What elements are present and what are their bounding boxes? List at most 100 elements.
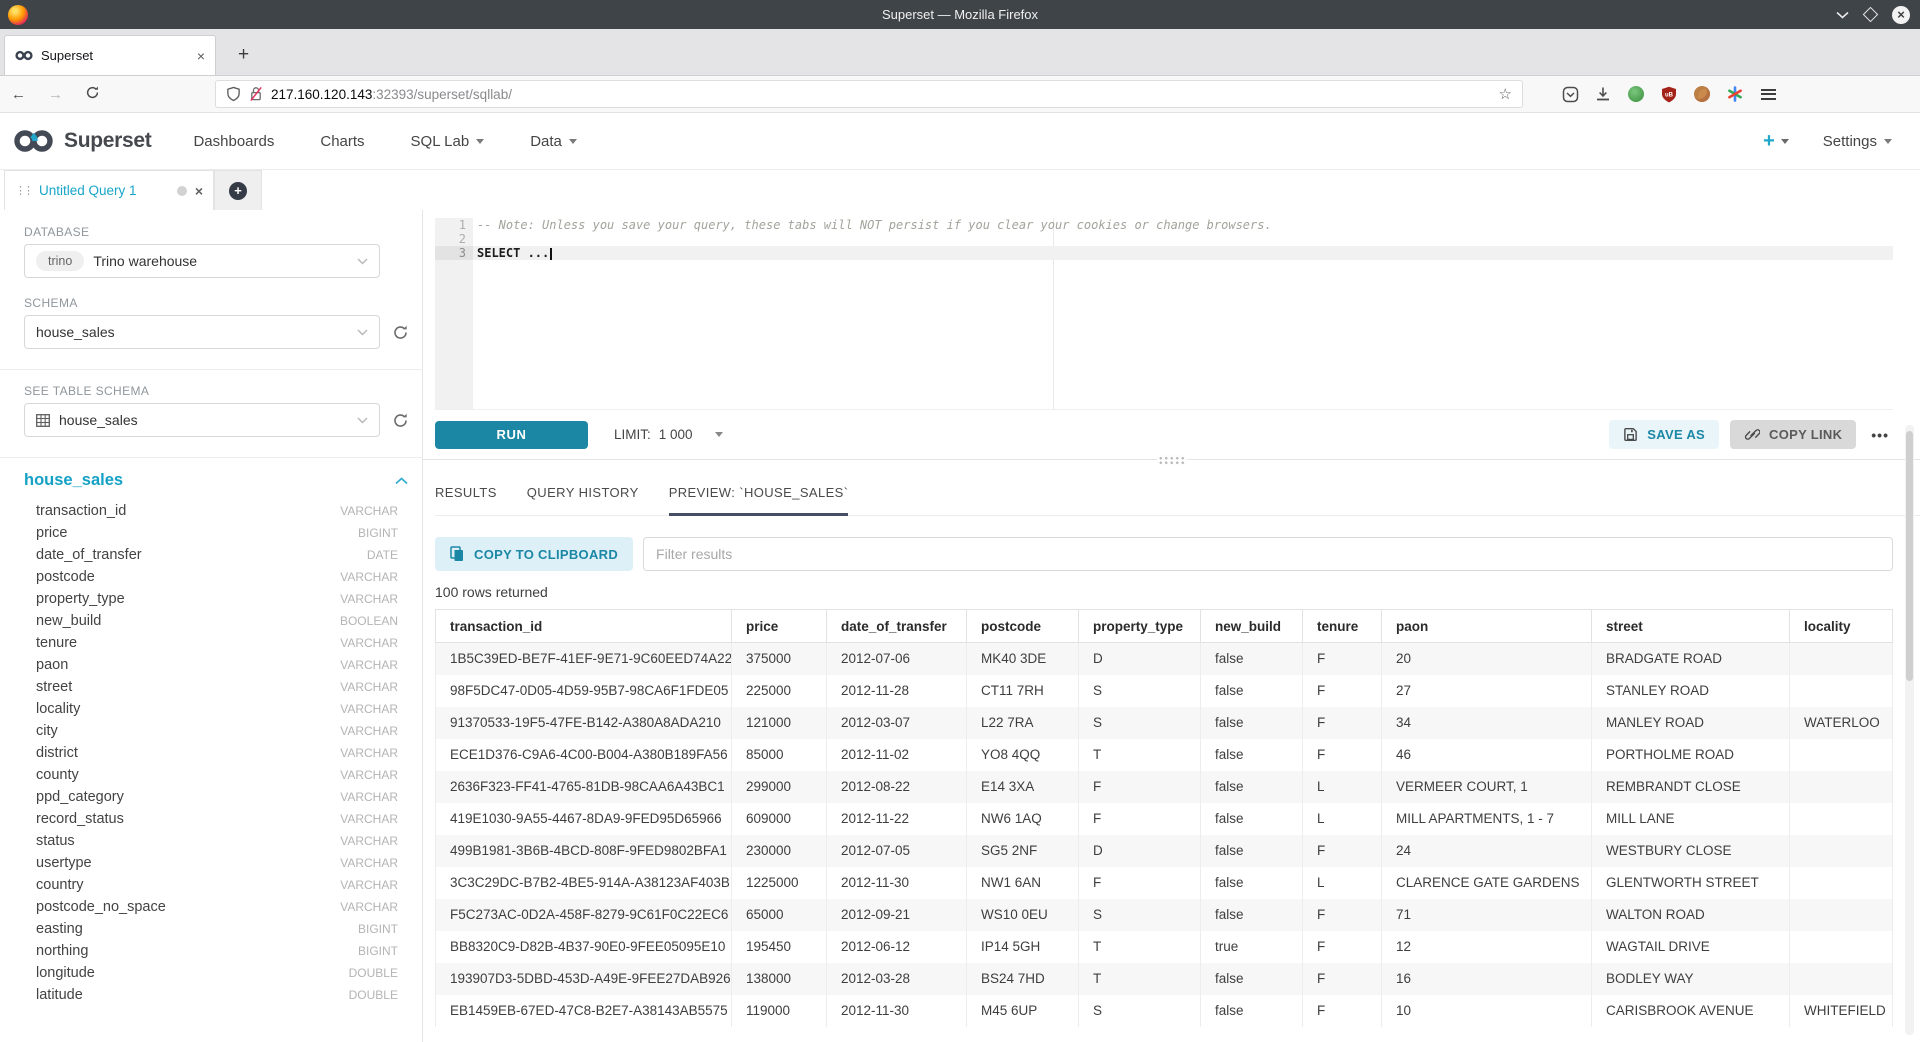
- forward-icon[interactable]: →: [37, 86, 74, 103]
- copy-icon: [450, 546, 464, 562]
- nav-item-sql-lab[interactable]: SQL Lab: [411, 133, 485, 150]
- filter-results-input[interactable]: [643, 537, 1893, 571]
- nav-item-data[interactable]: Data: [530, 133, 577, 150]
- column-name: postcode: [36, 569, 340, 585]
- shield-icon[interactable]: [226, 86, 241, 102]
- column-header[interactable]: property_type: [1079, 610, 1201, 643]
- column-header[interactable]: price: [732, 610, 827, 643]
- window-minimize-icon[interactable]: [1836, 11, 1849, 19]
- browser-tab-close-icon[interactable]: ×: [197, 48, 205, 64]
- pocket-icon[interactable]: [1561, 85, 1579, 103]
- ublock-shield-icon[interactable]: uB: [1660, 85, 1678, 103]
- settings-menu[interactable]: Settings: [1823, 133, 1892, 150]
- nav-item-dashboards[interactable]: Dashboards: [193, 133, 274, 150]
- column-header[interactable]: tenure: [1303, 610, 1382, 643]
- nav-item-label: Charts: [320, 133, 364, 150]
- run-button[interactable]: RUN: [435, 421, 588, 449]
- query-tab-active[interactable]: ⋮⋮ Untitled Query 1 ×: [4, 170, 214, 210]
- table-cell: false: [1201, 867, 1303, 899]
- column-header[interactable]: date_of_transfer: [827, 610, 967, 643]
- table-cell: REMBRANDT CLOSE: [1592, 771, 1790, 803]
- cookie-extension-icon[interactable]: [1693, 85, 1711, 103]
- nav-item-charts[interactable]: Charts: [320, 133, 364, 150]
- chevron-down-icon: [357, 417, 368, 424]
- column-header[interactable]: transaction_id: [436, 610, 732, 643]
- schema-value: house_sales: [36, 324, 348, 340]
- table-cell: WAGTAIL DRIVE: [1592, 931, 1790, 963]
- column-header[interactable]: postcode: [967, 610, 1079, 643]
- results-scrollbar[interactable]: [1905, 425, 1914, 1035]
- table-cell: F: [1303, 675, 1382, 707]
- more-options-icon[interactable]: •••: [1867, 427, 1893, 443]
- results-tab-0[interactable]: RESULTS: [435, 460, 497, 516]
- copy-link-button[interactable]: COPY LINK: [1730, 420, 1856, 449]
- refresh-schema-icon[interactable]: [392, 324, 409, 341]
- schema-column-row: ppd_categoryVARCHAR: [24, 786, 416, 808]
- query-tab-close-icon[interactable]: ×: [195, 183, 203, 199]
- refresh-table-icon[interactable]: [392, 412, 409, 429]
- browser-tab[interactable]: Superset ×: [4, 35, 216, 75]
- sql-editor[interactable]: 1 -- Note: Unless you save your query, t…: [435, 218, 1893, 410]
- table-cell: F: [1079, 867, 1201, 899]
- chevron-down-icon: [1884, 139, 1892, 144]
- table-cell: T: [1079, 739, 1201, 771]
- table-cell: 2012-03-28: [827, 963, 967, 995]
- table-cell: 195450: [732, 931, 827, 963]
- database-select[interactable]: trino Trino warehouse: [24, 244, 380, 278]
- copy-to-clipboard-button[interactable]: COPY TO CLIPBOARD: [435, 537, 633, 571]
- column-name: postcode_no_space: [36, 899, 340, 915]
- downloads-icon[interactable]: [1594, 85, 1612, 103]
- table-cell: 20: [1382, 643, 1592, 675]
- table-cell: false: [1201, 771, 1303, 803]
- link-icon: [1744, 427, 1760, 442]
- superset-brand[interactable]: Superset: [12, 127, 151, 155]
- sql-keyword: SELECT: [477, 246, 520, 260]
- add-new-button[interactable]: +: [1763, 131, 1789, 151]
- table-cell: 2012-07-05: [827, 835, 967, 867]
- table-cell: MILL APARTMENTS, 1 - 7: [1382, 803, 1592, 835]
- table-cell: 46: [1382, 739, 1592, 771]
- insecure-lock-icon[interactable]: [249, 86, 263, 102]
- asterisk-extension-icon[interactable]: [1726, 85, 1744, 103]
- schema-select[interactable]: house_sales: [24, 315, 380, 349]
- table-cell: F: [1303, 707, 1382, 739]
- column-type: VARCHAR: [340, 812, 398, 826]
- column-header[interactable]: street: [1592, 610, 1790, 643]
- pane-splitter[interactable]: [423, 459, 1920, 460]
- table-cell: S: [1079, 995, 1201, 1027]
- table-cell: BODLEY WAY: [1592, 963, 1790, 995]
- table-cell: 34: [1382, 707, 1592, 739]
- results-scrollbar-thumb[interactable]: [1906, 431, 1913, 681]
- results-tab-1[interactable]: QUERY HISTORY: [527, 460, 639, 516]
- save-as-button[interactable]: SAVE AS: [1609, 420, 1719, 449]
- column-header[interactable]: new_build: [1201, 610, 1303, 643]
- table-cell: BB8320C9-D82B-4B37-90E0-9FEE05095E10: [436, 931, 732, 963]
- collapse-chevron-up-icon[interactable]: [395, 477, 408, 485]
- back-icon[interactable]: ←: [0, 86, 37, 103]
- schema-column-row: longitudeDOUBLE: [24, 962, 416, 984]
- table-select[interactable]: house_sales: [24, 403, 380, 437]
- url-bar[interactable]: 217.160.120.143:32393/superset/sqllab/ ☆: [215, 80, 1523, 108]
- extension-green-icon[interactable]: [1627, 85, 1645, 103]
- table-cell: ECE1D376-C9A6-4C00-B004-A380B189FA56: [436, 739, 732, 771]
- splitter-grip-icon[interactable]: [1157, 455, 1187, 465]
- results-tab-active[interactable]: PREVIEW: `HOUSE_SALES`: [669, 460, 849, 516]
- drag-handle-icon[interactable]: ⋮⋮: [15, 184, 31, 197]
- database-value: Trino warehouse: [93, 253, 348, 269]
- column-header[interactable]: paon: [1382, 610, 1592, 643]
- column-header[interactable]: locality: [1790, 610, 1893, 643]
- save-icon: [1623, 427, 1638, 442]
- window-close-icon[interactable]: ×: [1892, 6, 1910, 24]
- new-tab-button[interactable]: +: [232, 35, 255, 75]
- column-name: status: [36, 833, 340, 849]
- window-maximize-icon[interactable]: [1863, 7, 1879, 23]
- table-name-heading[interactable]: house_sales: [24, 471, 395, 490]
- schema-column-row: streetVARCHAR: [24, 676, 416, 698]
- menu-hamburger-icon[interactable]: [1759, 85, 1777, 103]
- bookmark-star-icon[interactable]: ☆: [1499, 85, 1512, 103]
- add-query-tab-button[interactable]: +: [229, 182, 247, 200]
- url-path: :32393/superset/sqllab/: [372, 87, 512, 102]
- limit-dropdown[interactable]: LIMIT: 1 000: [614, 427, 723, 442]
- reload-icon[interactable]: [74, 85, 111, 104]
- table-grid-icon: [36, 414, 50, 427]
